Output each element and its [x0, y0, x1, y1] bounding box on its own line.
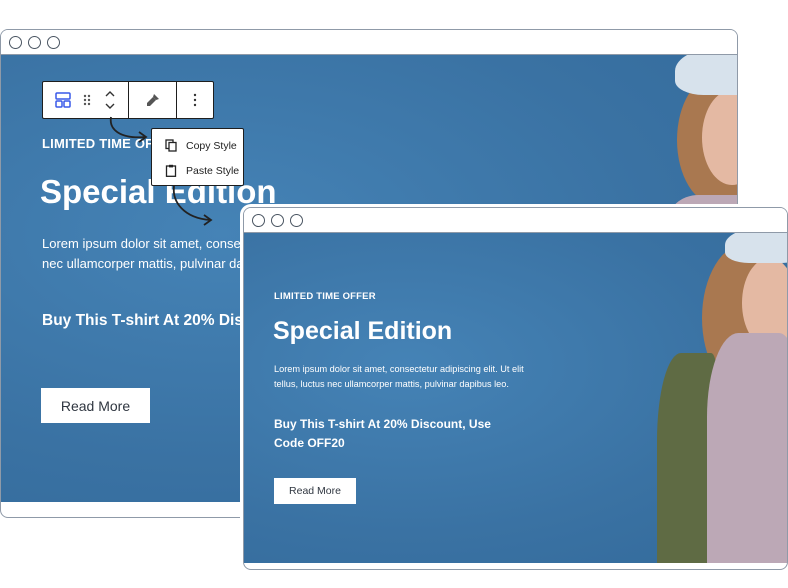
window-control-dot[interactable] — [290, 214, 303, 227]
curved-arrow-icon — [173, 185, 213, 226]
model-photo — [647, 233, 787, 563]
style-menu: Copy Style Paste Style — [151, 128, 244, 186]
hero-cta-text: Buy This T-shirt At 20% Discount, Use Co… — [274, 417, 491, 450]
block-toolbar — [42, 81, 214, 119]
copy-icon — [164, 139, 178, 153]
preview-window: LIMITED TIME OFFER Special Edition Lorem… — [243, 207, 788, 570]
window-control-dot[interactable] — [28, 36, 41, 49]
window-control-dot[interactable] — [9, 36, 22, 49]
block-layout-icon[interactable] — [55, 92, 71, 108]
hero-body: Lorem ipsum dolor sit amet, consectetur … — [274, 364, 524, 389]
menu-item-label: Copy Style — [186, 139, 237, 152]
paintbrush-icon[interactable] — [145, 92, 161, 108]
window-titlebar — [244, 208, 787, 233]
toolbar-block-group — [43, 82, 129, 118]
read-more-button[interactable]: Read More — [274, 478, 356, 504]
window-control-dot[interactable] — [252, 214, 265, 227]
model-hat — [725, 233, 787, 263]
window-control-dot[interactable] — [47, 36, 60, 49]
clipboard-icon — [164, 164, 178, 178]
hero-eyebrow: LIMITED TIME OFFER — [274, 291, 376, 302]
toolbar-style-group — [129, 82, 177, 118]
menu-item-copy-style[interactable]: Copy Style — [152, 133, 243, 158]
toolbar-more-group — [177, 82, 213, 118]
menu-item-label: Paste Style — [186, 164, 240, 177]
more-options-icon[interactable] — [193, 93, 197, 107]
read-more-button[interactable]: Read More — [41, 388, 150, 423]
hero-banner: LIMITED TIME OFFER Special Edition Lorem… — [244, 233, 787, 563]
window-titlebar — [1, 30, 737, 55]
hero-title: Special Edition — [273, 317, 453, 345]
window-control-dot[interactable] — [271, 214, 284, 227]
model-sweater — [707, 333, 787, 563]
curved-arrow-icon — [109, 116, 148, 143]
menu-item-paste-style[interactable]: Paste Style — [152, 158, 243, 183]
move-up-down-icon[interactable] — [104, 89, 116, 111]
drag-handle-icon[interactable] — [82, 93, 92, 107]
model-hat — [675, 55, 737, 95]
